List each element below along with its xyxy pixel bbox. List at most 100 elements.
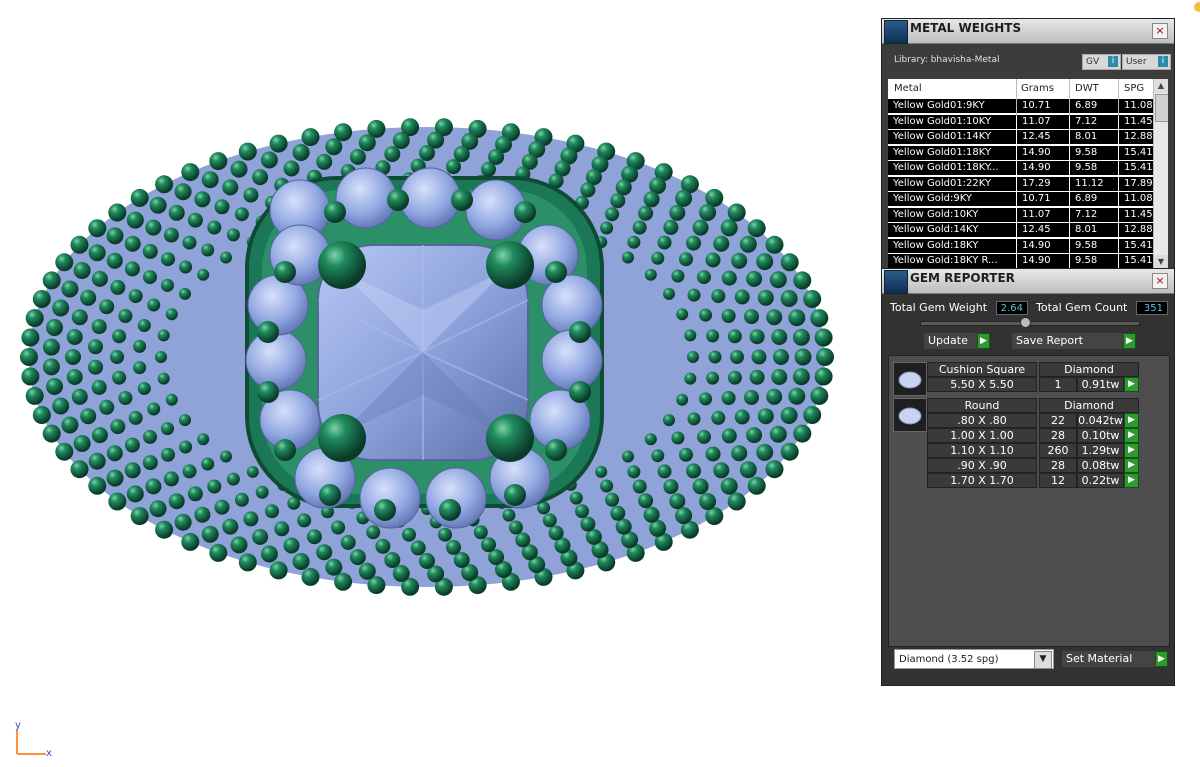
gem-weight-cell: 1.29tw [1077, 443, 1124, 458]
gem-icon [884, 270, 908, 294]
dwt-cell: 9.58 [1070, 161, 1118, 175]
gem-reporter-title: GEM REPORTER [910, 271, 1015, 285]
gv-button[interactable]: GV i [1082, 54, 1121, 70]
metal-row[interactable]: Yellow Gold01:18KY... 14.90 9.58 15.41 [888, 161, 1154, 176]
set-material-button[interactable]: Set Material ▶ [1062, 651, 1168, 667]
spg-cell: 15.41 [1119, 238, 1154, 253]
close-icon[interactable]: × [1152, 23, 1168, 39]
update-button[interactable]: Update ▶ [924, 333, 990, 349]
gem-weight-cell: 0.042tw [1077, 413, 1124, 428]
gem-shape-icon [893, 398, 927, 432]
play-icon: ▶ [1155, 651, 1168, 667]
metal-row[interactable]: Yellow Gold:18KY 14.90 9.58 15.41 [888, 238, 1154, 254]
grams-cell: 10.71 [1017, 192, 1069, 206]
play-icon[interactable]: ▶ [1124, 443, 1139, 458]
col-dwt[interactable]: DWT [1075, 83, 1099, 94]
dwt-cell: 8.01 [1070, 130, 1118, 144]
metal-cell: Yellow Gold:18KY [888, 238, 1016, 253]
grams-cell: 17.29 [1017, 176, 1069, 191]
dwt-cell: 9.58 [1070, 145, 1118, 160]
dwt-cell: 8.01 [1070, 223, 1118, 237]
corner-status-icon [1194, 2, 1200, 12]
metal-row[interactable]: Yellow Gold01:14KY 12.45 8.01 12.88 [888, 130, 1154, 145]
gem-count-cell: 260 [1039, 443, 1077, 458]
col-spg[interactable]: SPG [1124, 83, 1144, 94]
play-icon[interactable]: ▶ [1124, 473, 1139, 488]
info-icon: i [1108, 56, 1118, 67]
grams-cell: 14.90 [1017, 145, 1069, 160]
play-icon[interactable]: ▶ [1124, 377, 1139, 392]
gem-size-cell: 1.10 X 1.10 [927, 443, 1037, 458]
metal-row[interactable]: Yellow Gold01:18KY 14.90 9.58 15.41 [888, 145, 1154, 161]
play-icon[interactable]: ▶ [1124, 458, 1139, 473]
metal-row[interactable]: Yellow Gold01:9KY 10.71 6.89 11.08 [888, 99, 1154, 114]
dwt-cell: 9.58 [1070, 254, 1118, 268]
material-select[interactable]: Diamond (3.52 spg) ▼ [894, 649, 1054, 669]
gem-weight-cell: 0.22tw [1077, 473, 1124, 488]
metal-cell: Yellow Gold:10KY [888, 207, 1016, 222]
ring-render [20, 118, 834, 596]
axis-y-label: y [15, 720, 21, 731]
spg-cell: 12.88 [1119, 130, 1154, 144]
metal-weights-panel: METAL WEIGHTS × Library: bhavisha-Metal … [881, 18, 1175, 270]
metal-row[interactable]: Yellow Gold01:22KY 17.29 11.12 17.89 [888, 176, 1154, 192]
metal-row[interactable]: Yellow Gold:18KY R... 14.90 9.58 15.41 [888, 254, 1154, 269]
dwt-cell: 7.12 [1070, 207, 1118, 222]
spg-cell: 11.45 [1119, 207, 1154, 222]
gem-list: Cushion Square Diamond 5.50 X 5.50 1 0.91tw ▶… [888, 355, 1170, 647]
gem-count-cell: 28 [1039, 458, 1077, 473]
play-icon: ▶ [977, 333, 990, 349]
metal-weights-titlebar[interactable]: METAL WEIGHTS × [882, 19, 1174, 44]
metal-row[interactable]: Yellow Gold01:10KY 11.07 7.12 11.45 [888, 114, 1154, 130]
gem-slider-knob[interactable] [1020, 317, 1031, 328]
set-material-label: Set Material [1066, 652, 1133, 665]
gem-size-cell: .90 X .90 [927, 458, 1037, 473]
gem-size-cell: 1.70 X 1.70 [927, 473, 1037, 488]
scroll-up-icon[interactable]: ▲ [1154, 79, 1168, 93]
metal-cell: Yellow Gold01:18KY... [888, 161, 1016, 175]
update-label: Update [928, 334, 968, 347]
total-gem-weight-label: Total Gem Weight [890, 301, 988, 314]
metal-cell: Yellow Gold01:10KY [888, 114, 1016, 129]
gem-reporter-titlebar[interactable]: GEM REPORTER × [882, 269, 1174, 294]
grams-cell: 12.45 [1017, 223, 1069, 237]
info-icon: i [1158, 56, 1168, 67]
gem-count-cell: 12 [1039, 473, 1077, 488]
play-icon[interactable]: ▶ [1124, 428, 1139, 443]
gem-count-cell: 22 [1039, 413, 1077, 428]
grams-cell: 11.07 [1017, 114, 1069, 129]
gem-shape-icon [893, 362, 927, 396]
3d-viewport[interactable] [0, 0, 870, 763]
metal-table-scrollbar[interactable]: ▲ ▼ [1153, 79, 1168, 269]
save-report-button[interactable]: Save Report ▶ [1012, 333, 1136, 349]
metal-row[interactable]: Yellow Gold:9KY 10.71 6.89 11.08 [888, 192, 1154, 207]
metal-row[interactable]: Yellow Gold:14KY 12.45 8.01 12.88 [888, 223, 1154, 238]
gem-shape-header: Round [927, 398, 1037, 413]
metal-cell: Yellow Gold:9KY [888, 192, 1016, 206]
total-gem-count-label: Total Gem Count [1036, 301, 1128, 314]
gem-size-cell: .80 X .80 [927, 413, 1037, 428]
library-label: Library: bhavisha-Metal [894, 55, 1000, 65]
metal-cell: Yellow Gold01:22KY [888, 176, 1016, 191]
metal-cell: Yellow Gold01:9KY [888, 99, 1016, 113]
gv-label: GV [1086, 57, 1100, 67]
scroll-down-icon[interactable]: ▼ [1154, 255, 1168, 269]
grams-cell: 12.45 [1017, 130, 1069, 144]
play-icon[interactable]: ▶ [1124, 413, 1139, 428]
spg-cell: 11.08 [1119, 192, 1154, 206]
spg-cell: 15.41 [1119, 161, 1154, 175]
scroll-thumb[interactable] [1155, 94, 1168, 122]
metal-cell: Yellow Gold01:14KY [888, 130, 1016, 144]
col-metal[interactable]: Metal [894, 83, 922, 94]
dwt-cell: 6.89 [1070, 192, 1118, 206]
metal-cell: Yellow Gold:18KY R... [888, 254, 1016, 268]
chevron-down-icon[interactable]: ▼ [1034, 651, 1052, 669]
dwt-cell: 11.12 [1070, 176, 1118, 191]
gem-weight-cell: 0.08tw [1077, 458, 1124, 473]
user-button[interactable]: User i [1122, 54, 1171, 70]
metal-row[interactable]: Yellow Gold:10KY 11.07 7.12 11.45 [888, 207, 1154, 223]
spg-cell: 17.89 [1119, 176, 1154, 191]
col-grams[interactable]: Grams [1021, 83, 1054, 94]
metal-table: Metal Grams DWT SPG Yellow Gold01:9KY 10.… [888, 79, 1168, 269]
close-icon[interactable]: × [1152, 273, 1168, 289]
